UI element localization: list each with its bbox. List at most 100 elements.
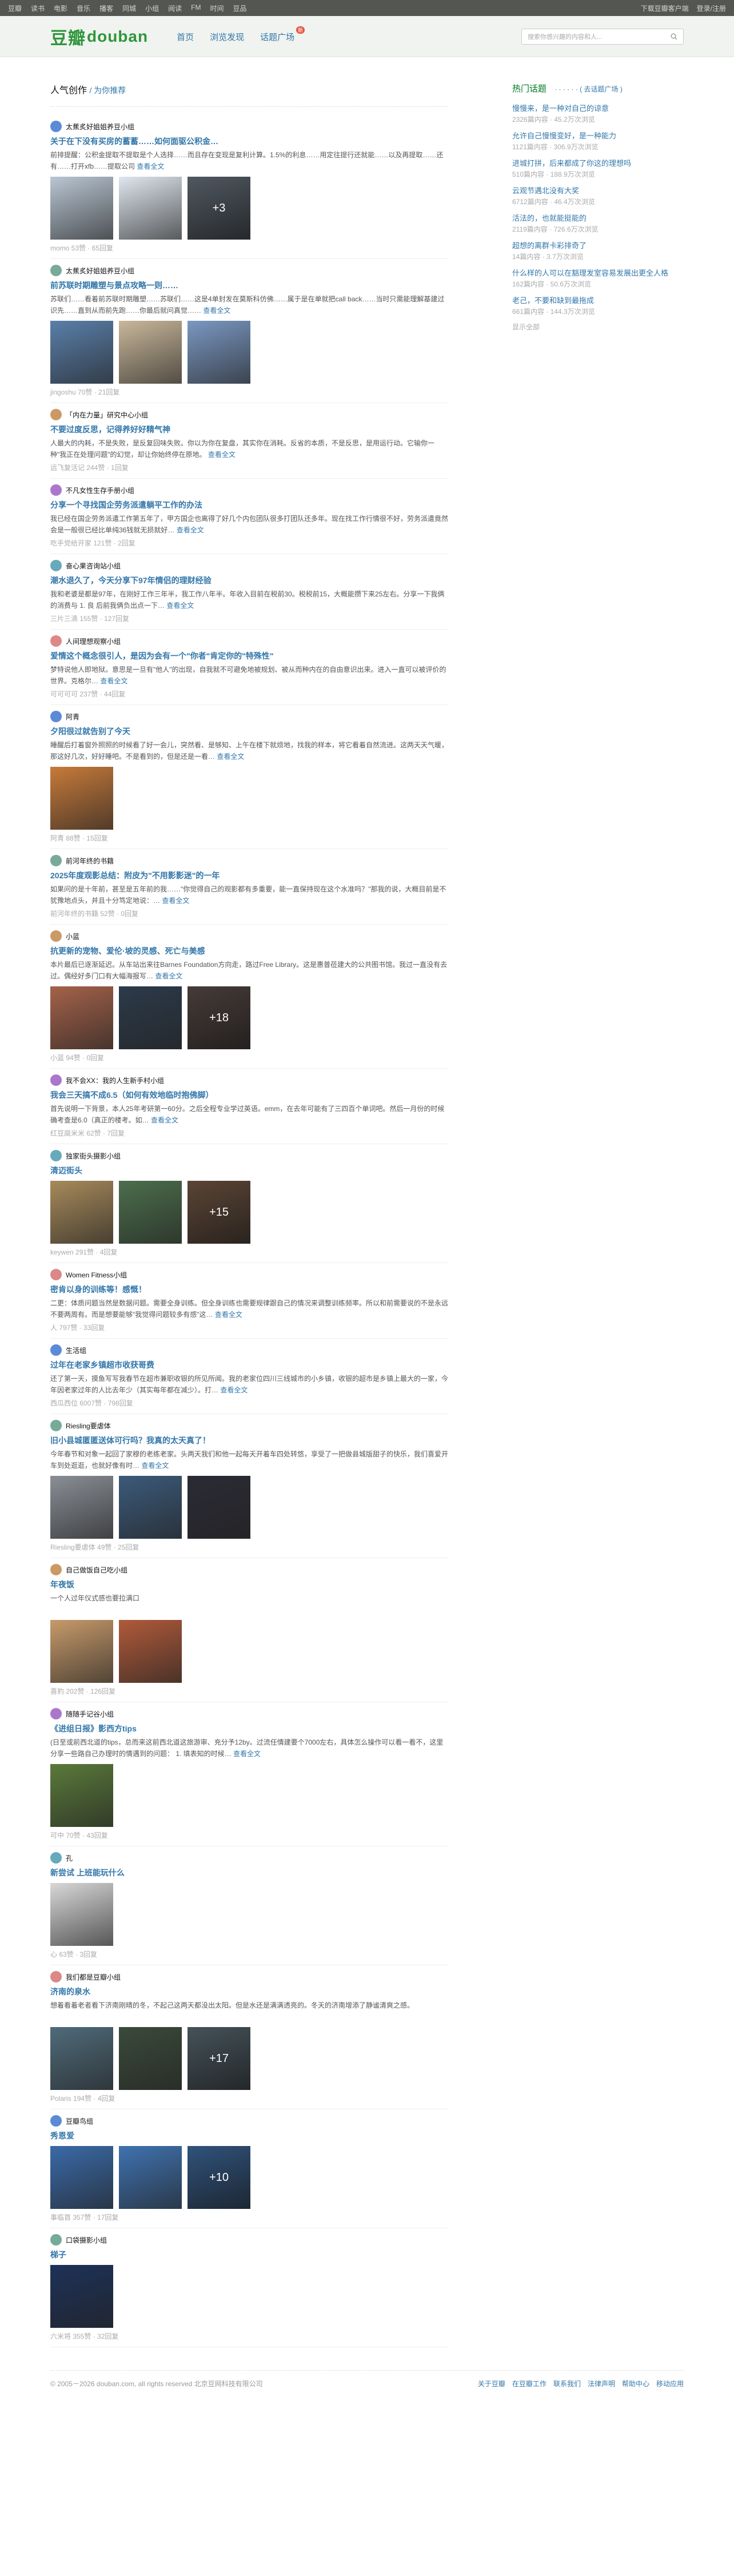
- group-name[interactable]: 孔: [50, 1852, 448, 1864]
- nav-home[interactable]: 首页: [177, 31, 194, 43]
- page-subtitle[interactable]: 为你推荐: [94, 86, 126, 95]
- post-image[interactable]: [119, 1476, 182, 1539]
- post-image[interactable]: [119, 1181, 182, 1244]
- group-name[interactable]: 我们都是豆瓣小组: [50, 1971, 448, 1982]
- post-image[interactable]: +18: [188, 986, 250, 1049]
- top-right-link[interactable]: 登录/注册: [697, 5, 726, 13]
- hot-topic-item[interactable]: 允许自己慢慢变好，是一种能力 1121篇内容 · 306.9万次浏览: [512, 130, 684, 152]
- group-avatar[interactable]: [50, 855, 62, 866]
- group-name[interactable]: 「内在力量」研究中心小组: [50, 409, 448, 420]
- read-more-link[interactable]: 查看全文: [233, 1750, 261, 1758]
- group-name[interactable]: 奋心果咨询站小组: [50, 560, 448, 571]
- hot-topic-item[interactable]: 进城打拼，后来都成了你这的理想吗 510篇内容 · 188.9万次浏览: [512, 157, 684, 179]
- more-images-count[interactable]: +10: [188, 2146, 250, 2209]
- read-more-link[interactable]: 查看全文: [137, 162, 164, 170]
- top-nav-item[interactable]: 小组: [145, 3, 159, 13]
- topic-title[interactable]: 超想的离群卡彩排奇了: [512, 240, 684, 250]
- group-avatar[interactable]: [50, 1150, 62, 1161]
- group-avatar[interactable]: [50, 409, 62, 420]
- post-title[interactable]: 我会三天搞不成6.5（如何有效地临时抱佛脚）: [50, 1089, 448, 1101]
- footer-link[interactable]: 联系我们: [553, 2380, 581, 2388]
- topic-square-link[interactable]: 去话题广场: [584, 85, 619, 93]
- douban-logo[interactable]: 豆瓣 douban: [50, 24, 148, 49]
- group-avatar[interactable]: [50, 2115, 62, 2127]
- read-more-link[interactable]: 查看全文: [177, 526, 204, 534]
- post-image[interactable]: [188, 321, 250, 384]
- post-title[interactable]: 秀恩爱: [50, 2130, 448, 2141]
- post-image[interactable]: [188, 1476, 250, 1539]
- read-more-link[interactable]: 查看全文: [166, 602, 194, 610]
- read-more-link[interactable]: 查看全文: [155, 972, 182, 980]
- read-more-link[interactable]: 查看全文: [215, 1311, 242, 1319]
- top-nav-item[interactable]: 音乐: [77, 3, 90, 13]
- post-image[interactable]: +15: [188, 1181, 250, 1244]
- group-name[interactable]: 豆瓣鸟组: [50, 2115, 448, 2127]
- group-name[interactable]: 生活组: [50, 1344, 448, 1356]
- post-image[interactable]: [119, 1620, 182, 1683]
- group-name[interactable]: 人间理想观察小组: [50, 635, 448, 647]
- top-right-link[interactable]: 下载豆瓣客户端: [641, 5, 689, 13]
- group-avatar[interactable]: [50, 1074, 62, 1086]
- group-avatar[interactable]: [50, 1564, 62, 1575]
- group-avatar[interactable]: [50, 484, 62, 496]
- post-title[interactable]: 2025年度观影总结：附皮为"不用影影迷"的一年: [50, 870, 448, 881]
- hot-topic-item[interactable]: 老己，不要和缺到最拖成 661篇内容 · 144.3万次浏览: [512, 294, 684, 316]
- group-avatar[interactable]: [50, 2234, 62, 2245]
- top-nav-item[interactable]: 时间: [210, 3, 224, 13]
- topic-title[interactable]: 什么样的人可以在豁理发室容易发展出更全人格: [512, 267, 684, 278]
- group-avatar[interactable]: [50, 711, 62, 722]
- group-name[interactable]: 随随手记谷小组: [50, 1708, 448, 1719]
- post-image[interactable]: [50, 1764, 113, 1827]
- topic-title[interactable]: 云观节遇北没有大奖: [512, 185, 684, 196]
- top-nav-item[interactable]: 读书: [31, 3, 45, 13]
- post-image[interactable]: [50, 1620, 113, 1683]
- post-title[interactable]: 潮水退久了，今天分享下97年情侣的理财经验: [50, 575, 448, 586]
- more-images-count[interactable]: +3: [188, 177, 250, 240]
- top-nav-item[interactable]: FM: [191, 3, 201, 13]
- post-image[interactable]: [50, 1181, 113, 1244]
- nav-explore[interactable]: 浏览发现: [210, 31, 244, 43]
- nav-topics[interactable]: 话题广场新: [260, 26, 310, 43]
- post-title[interactable]: 旧小县城匿匿送体可行吗？我真的太天真了！: [50, 1435, 448, 1446]
- post-title[interactable]: 不要过度反思，记得养好好精气神: [50, 424, 448, 435]
- more-images-count[interactable]: +15: [188, 1181, 250, 1244]
- group-avatar[interactable]: [50, 265, 62, 276]
- group-name[interactable]: 前河年终的书籍: [50, 855, 448, 866]
- post-image[interactable]: +3: [188, 177, 250, 240]
- top-nav-item[interactable]: 播客: [99, 3, 113, 13]
- search-icon[interactable]: [671, 33, 677, 40]
- post-image[interactable]: [50, 986, 113, 1049]
- footer-link[interactable]: 移动应用: [656, 2380, 684, 2388]
- topic-title[interactable]: 进城打拼，后来都成了你这的理想吗: [512, 157, 684, 168]
- post-title[interactable]: 关于在下没有买房的蓄蓄……如何面驱公积金…: [50, 136, 448, 147]
- post-title[interactable]: 夕阳很过就告别了今天: [50, 726, 448, 737]
- group-name[interactable]: 自己做饭自己吃小组: [50, 1564, 448, 1575]
- search-input[interactable]: 搜索你感兴趣的内容和人...: [521, 29, 684, 45]
- post-title[interactable]: 密肯以身的训练等！感慨！: [50, 1284, 448, 1295]
- group-avatar[interactable]: [50, 1344, 62, 1356]
- topic-title[interactable]: 老己，不要和缺到最拖成: [512, 294, 684, 305]
- footer-link[interactable]: 法律声明: [588, 2380, 615, 2388]
- post-image[interactable]: +17: [188, 2027, 250, 2090]
- group-avatar[interactable]: [50, 930, 62, 942]
- post-title[interactable]: 抗更新的宠物、爱伦·坡的灵感、死亡与美感: [50, 945, 448, 957]
- post-image[interactable]: [50, 177, 113, 240]
- post-title[interactable]: 年夜饭: [50, 1579, 448, 1590]
- top-nav-item[interactable]: 阅读: [168, 3, 182, 13]
- post-image[interactable]: [119, 321, 182, 384]
- read-more-link[interactable]: 查看全文: [151, 1116, 178, 1124]
- read-more-link[interactable]: 查看全文: [141, 1462, 169, 1470]
- group-avatar[interactable]: [50, 121, 62, 132]
- group-avatar[interactable]: [50, 635, 62, 647]
- post-image[interactable]: [50, 2265, 113, 2328]
- post-image[interactable]: [119, 177, 182, 240]
- group-name[interactable]: 我不会XX：我的人生新手村小组: [50, 1074, 448, 1086]
- post-image[interactable]: [50, 1883, 113, 1946]
- post-title[interactable]: 分享一个寻找国企劳务派遣躺平工作的办法: [50, 499, 448, 511]
- post-title[interactable]: 《进组日报》影西方tips: [50, 1723, 448, 1734]
- post-image[interactable]: [119, 2027, 182, 2090]
- hot-topic-item[interactable]: 活法的，也就能挺能的 2119篇内容 · 726.6万次浏览: [512, 212, 684, 234]
- read-more-link[interactable]: 查看全文: [217, 753, 244, 761]
- group-avatar[interactable]: [50, 1420, 62, 1431]
- topic-title[interactable]: 允许自己慢慢变好，是一种能力: [512, 130, 684, 141]
